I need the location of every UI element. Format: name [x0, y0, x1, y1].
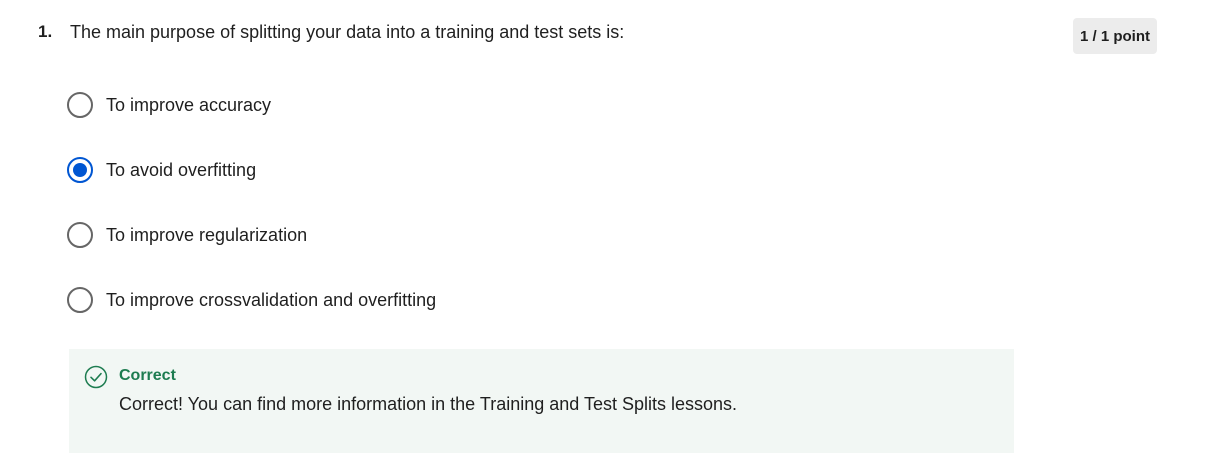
radio-button[interactable] — [67, 92, 93, 118]
option-avoid-overfitting[interactable]: To avoid overfitting — [67, 156, 256, 184]
option-label: To improve accuracy — [106, 94, 272, 115]
option-improve-accuracy[interactable]: To improve accuracy — [67, 91, 271, 119]
question-number: 1. — [38, 22, 53, 41]
question-text: The main purpose of splitting your data … — [70, 22, 625, 42]
feedback-title: Correct — [119, 367, 176, 384]
feedback-panel: Correct Correct! You can find more infor… — [69, 349, 1014, 453]
option-label: To improve regularization — [106, 224, 308, 245]
option-improve-crossvalidation[interactable]: To improve crossvalidation and overfitti… — [67, 286, 436, 314]
score-badge: 1 / 1 point — [1073, 18, 1157, 54]
radio-button[interactable] — [67, 222, 93, 248]
radio-button[interactable] — [67, 287, 93, 313]
check-circle-icon — [84, 365, 108, 389]
option-label: To improve crossvalidation and overfitti… — [106, 289, 437, 310]
feedback-text: Correct! You can find more information i… — [119, 394, 738, 414]
option-improve-regularization[interactable]: To improve regularization — [67, 221, 307, 249]
radio-button-selected[interactable] — [67, 157, 93, 183]
option-label: To avoid overfitting — [106, 159, 257, 180]
